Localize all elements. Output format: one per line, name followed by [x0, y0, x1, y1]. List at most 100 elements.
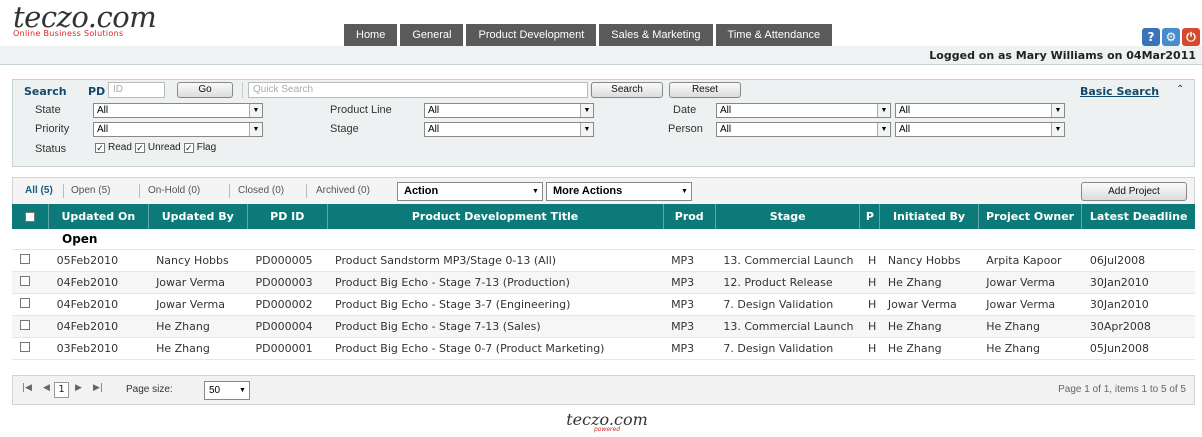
- cell-priority: H: [859, 271, 880, 294]
- cell-project-owner: Jowar Verma: [978, 293, 1082, 316]
- date-select[interactable]: All ▼: [716, 103, 891, 118]
- table-row[interactable]: 04Feb2010 He Zhang PD000004 Product Big Ech…: [12, 315, 1195, 338]
- col-project-owner[interactable]: Project Owner: [978, 204, 1083, 229]
- cell-updated-on: 05Feb2010: [48, 249, 149, 272]
- row-checkbox[interactable]: [20, 275, 30, 286]
- cell-updated-by: He Zhang: [148, 337, 248, 360]
- next-page-icon[interactable]: ▶: [75, 383, 82, 393]
- unread-checkbox[interactable]: ✓: [134, 142, 145, 153]
- read-label: Read: [108, 142, 132, 153]
- more-actions-select[interactable]: More Actions ▼: [546, 182, 692, 201]
- chevron-down-icon: ▼: [580, 104, 593, 117]
- cell-pd-id: PD000005: [247, 249, 328, 272]
- tab-on-hold[interactable]: On-Hold (0): [148, 185, 200, 196]
- chevron-down-icon: ▼: [877, 104, 890, 117]
- table-row[interactable]: 04Feb2010 Jowar Verma PD000003 Product Big …: [12, 271, 1195, 294]
- chevron-down-icon: ▼: [678, 183, 691, 200]
- row-checkbox[interactable]: [20, 297, 30, 308]
- page-size-value: 50: [209, 385, 221, 396]
- read-checkbox[interactable]: ✓: [95, 142, 105, 153]
- page-size-select[interactable]: 50 ▼: [204, 381, 250, 400]
- select-all-header: [12, 204, 50, 229]
- flag-label: Flag: [196, 142, 217, 153]
- product-line-value: All: [428, 105, 440, 116]
- tab-open[interactable]: Open (5): [71, 185, 110, 196]
- state-select[interactable]: All ▼: [93, 103, 263, 118]
- settings-icon[interactable]: ⚙: [1162, 28, 1180, 46]
- table-row[interactable]: 03Feb2010 He Zhang PD000001 Product Big Ech…: [12, 337, 1195, 360]
- priority-select[interactable]: All ▼: [93, 122, 263, 137]
- select-all-checkbox[interactable]: [25, 212, 36, 222]
- table-row[interactable]: 05Feb2010 Nancy Hobbs PD000005 Product Sand…: [12, 249, 1195, 272]
- col-prod[interactable]: Prod: [663, 204, 716, 229]
- pager-summary: Page 1 of 1, items 1 to 5 of 5: [1058, 384, 1186, 395]
- chevron-down-icon: ▼: [249, 104, 262, 117]
- col-latest-deadline[interactable]: Latest Deadline: [1081, 204, 1195, 229]
- cell-initiated-by: He Zhang: [879, 271, 979, 294]
- group-label: Open: [12, 229, 1195, 250]
- tab-closed[interactable]: Closed (0): [238, 185, 284, 196]
- reset-button[interactable]: Reset: [669, 82, 741, 98]
- cell-stage: 7. Design Validation: [715, 293, 860, 316]
- cell-title: Product Sandstorm MP3/Stage 0-13 (All): [327, 249, 664, 272]
- col-pd-id[interactable]: PD ID: [247, 204, 328, 229]
- nav-home[interactable]: Home: [344, 24, 398, 46]
- product-line-label: Product Line: [330, 104, 392, 116]
- divider: [139, 184, 140, 198]
- view-tabs-bar: All (5) Open (5) On-Hold (0) Closed (0) …: [12, 177, 1195, 205]
- nav-time-attendance[interactable]: Time & Attendance: [715, 24, 833, 46]
- product-line-select[interactable]: All ▼: [424, 103, 594, 118]
- cell-prod: MP3: [663, 315, 716, 338]
- cell-project-owner: He Zhang: [978, 315, 1082, 338]
- row-checkbox[interactable]: [20, 319, 30, 330]
- row-checkbox[interactable]: [20, 253, 30, 264]
- row-select-cell: [12, 337, 49, 360]
- add-project-button[interactable]: Add Project: [1081, 182, 1187, 201]
- collapse-chevron-icon[interactable]: ⌃: [1176, 84, 1184, 95]
- nav-general[interactable]: General: [400, 24, 464, 46]
- nav-product-development[interactable]: Product Development: [466, 24, 597, 46]
- divider: [63, 184, 64, 198]
- col-stage[interactable]: Stage: [715, 204, 861, 229]
- pd-id-input[interactable]: ID: [108, 82, 165, 98]
- flag-checkbox[interactable]: ✓: [183, 142, 194, 153]
- table-row[interactable]: 04Feb2010 Jowar Verma PD000002 Product Big …: [12, 293, 1195, 316]
- status-checkboxes: ✓ Read ✓ Unread ✓ Flag: [95, 142, 216, 153]
- unread-label: Unread: [147, 142, 181, 153]
- pager-bar: |◀ ◀ 1 ▶ ▶| Page size: 50 ▼ Page 1 of 1, …: [12, 375, 1195, 405]
- current-page[interactable]: 1: [54, 382, 69, 398]
- search-button[interactable]: Search: [591, 82, 663, 98]
- last-page-icon[interactable]: ▶|: [93, 383, 103, 393]
- cell-initiated-by: Jowar Verma: [879, 293, 979, 316]
- nav-sales-marketing[interactable]: Sales & Marketing: [599, 24, 713, 46]
- table-header-row: Updated On Updated By PD ID Product Deve…: [12, 204, 1195, 229]
- stage-select[interactable]: All ▼: [424, 122, 594, 137]
- help-icon[interactable]: ?: [1142, 28, 1160, 46]
- page-size-label: Page size:: [126, 384, 173, 395]
- cell-prod: MP3: [663, 271, 716, 294]
- row-select-cell: [12, 249, 49, 272]
- basic-search-link[interactable]: Basic Search: [1080, 85, 1159, 98]
- tab-all[interactable]: All (5): [25, 185, 53, 196]
- cell-latest-deadline: 30Jan2010: [1081, 271, 1195, 294]
- person-role-select[interactable]: All ▼: [895, 122, 1065, 137]
- col-updated-on[interactable]: Updated On: [48, 204, 149, 229]
- row-checkbox[interactable]: [20, 341, 30, 352]
- col-title[interactable]: Product Development Title: [327, 204, 664, 229]
- search-label: Search: [24, 85, 67, 98]
- cell-pd-id: PD000001: [247, 337, 328, 360]
- col-updated-by[interactable]: Updated By: [148, 204, 249, 229]
- date-range-select[interactable]: All ▼: [895, 103, 1065, 118]
- first-page-icon[interactable]: |◀: [22, 383, 32, 393]
- quick-search-input[interactable]: Quick Search: [248, 82, 588, 98]
- power-icon[interactable]: ⏻: [1182, 28, 1200, 46]
- tab-archived[interactable]: Archived (0): [316, 185, 370, 196]
- col-initiated-by[interactable]: Initiated By: [879, 204, 979, 229]
- prev-page-icon[interactable]: ◀: [43, 383, 50, 393]
- cell-updated-on: 04Feb2010: [48, 293, 149, 316]
- cell-initiated-by: He Zhang: [879, 337, 979, 360]
- col-priority[interactable]: P: [859, 204, 881, 229]
- action-select[interactable]: Action ▼: [397, 182, 543, 201]
- person-select[interactable]: All ▼: [716, 122, 891, 137]
- go-button[interactable]: Go: [177, 82, 233, 98]
